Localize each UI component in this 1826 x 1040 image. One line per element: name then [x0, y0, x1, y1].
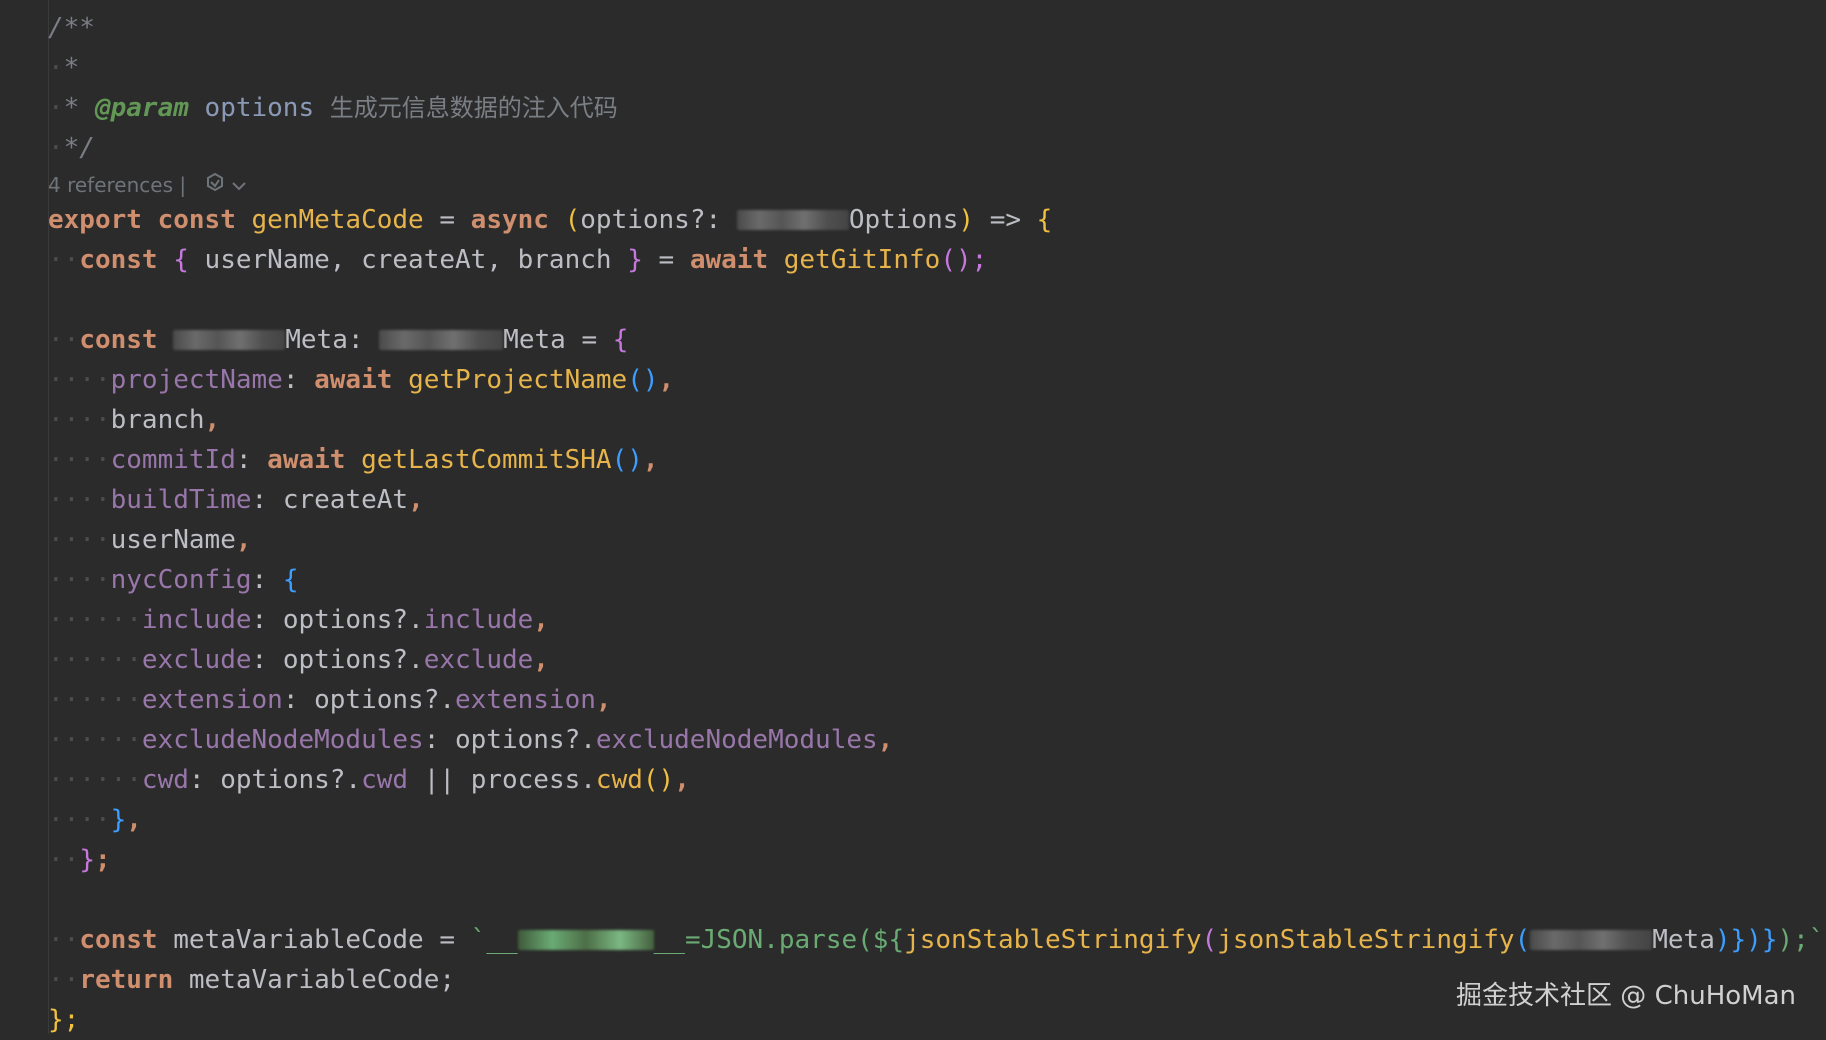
doc-comment: * — [63, 53, 80, 83]
watermark: 掘金技术社区 @ ChuHoMan — [1456, 981, 1796, 1011]
redacted-text — [1530, 930, 1653, 950]
code-line: ······include: options?.include, — [48, 605, 549, 635]
doc-comment: * — [63, 93, 95, 123]
code-editor[interactable]: /** ·* ·* @param options 生成元信息数据的注入代码 ·*… — [48, 8, 1826, 1035]
code-line: ····projectName: await getProjectName(), — [48, 365, 675, 395]
function-name: genMetaCode — [251, 205, 424, 235]
code-line: /** — [48, 8, 1826, 48]
redacted-text — [379, 330, 504, 350]
code-line: ····nycConfig: { — [48, 565, 299, 595]
code-line: ··const { userName, createAt, branch } =… — [48, 245, 988, 275]
ai-assistant-icon[interactable] — [202, 171, 228, 197]
jsdoc-description: 生成元信息数据的注入代码 — [329, 94, 618, 122]
code-line: ······excludeNodeModules: options?.exclu… — [48, 725, 894, 755]
code-line: ······exclude: options?.exclude, — [48, 645, 549, 675]
redacted-text — [736, 210, 849, 230]
code-line: ······cwd: options?.cwd || process.cwd()… — [48, 765, 690, 795]
code-line: export const genMetaCode = async (option… — [48, 205, 1053, 235]
jsdoc-param-name: options — [188, 93, 330, 123]
code-line: ····commitId: await getLastCommitSHA(), — [48, 445, 659, 475]
code-line: ·* @param options 生成元信息数据的注入代码 — [48, 93, 618, 123]
code-line: ····}, — [48, 805, 142, 835]
code-line: ····buildTime: createAt, — [48, 485, 424, 515]
code-line: ·* — [48, 53, 80, 83]
code-line: ··const metaVariableCode = `__ __=JSON.pa… — [48, 925, 1826, 955]
code-line: ····branch, — [48, 405, 221, 435]
jsdoc-tag: @param — [94, 93, 189, 123]
code-line: ······extension: options?.extension, — [48, 685, 612, 715]
references-hint[interactable]: 4 references | — [48, 173, 186, 197]
doc-comment: */ — [63, 133, 95, 163]
inlay-hint-line: 4 references | — [48, 168, 1826, 200]
doc-comment: /** — [48, 13, 95, 43]
redacted-text — [173, 330, 286, 350]
code-line: ·*/ — [48, 133, 95, 163]
redacted-text — [517, 930, 654, 950]
code-line: ··}; — [48, 845, 111, 875]
line-number-gutter — [0, 0, 49, 1034]
code-line: ····userName, — [48, 525, 252, 555]
code-line: ··const Meta: Meta = { — [48, 325, 629, 355]
chevron-down-icon[interactable] — [228, 175, 250, 197]
